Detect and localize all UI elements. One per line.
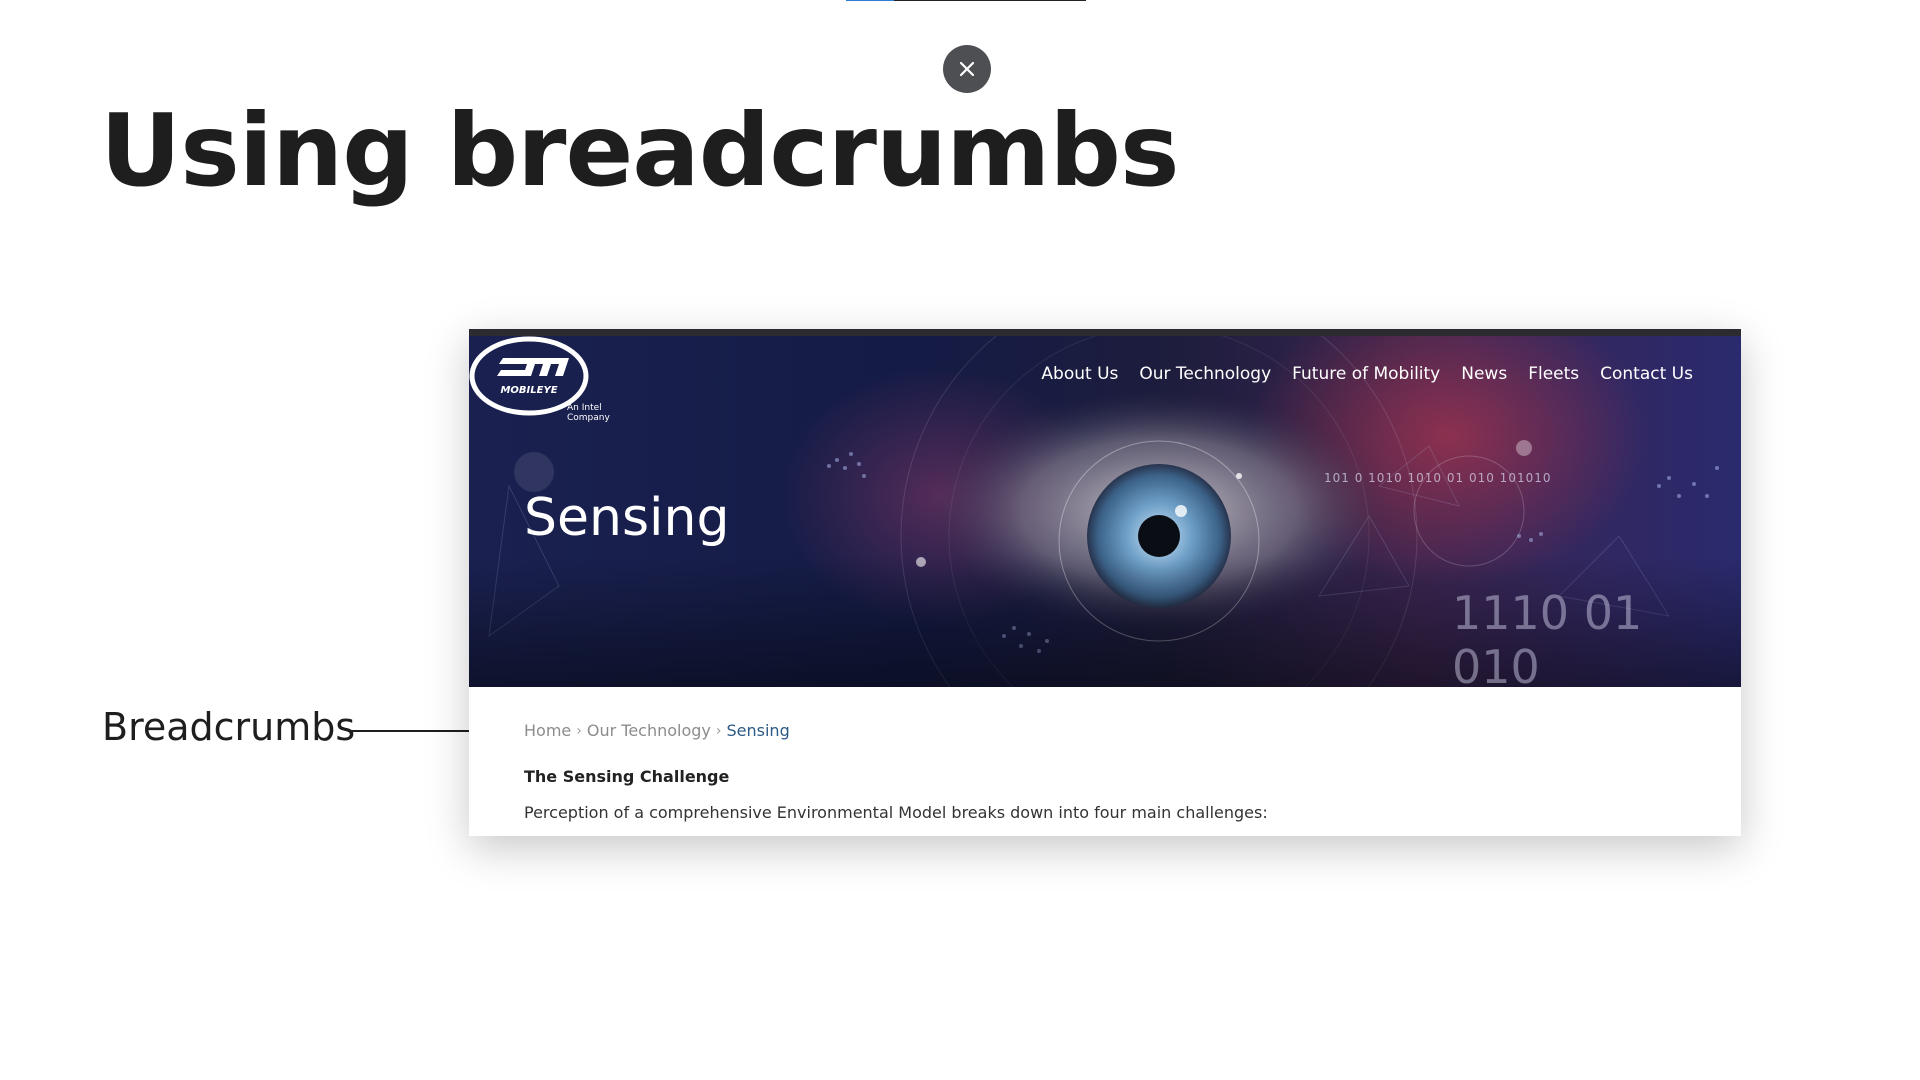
nav-item-future-of-mobility[interactable]: Future of Mobility — [1292, 364, 1440, 384]
breadcrumb-item-sensing[interactable]: Sensing — [727, 721, 790, 740]
slide-page: Using breadcrumbs Breadcrumbs MOBILEYE A… — [0, 0, 1920, 1080]
body-text: Perception of a comprehensive Environmen… — [524, 803, 1268, 822]
breadcrumb-item-our-technology[interactable]: Our Technology — [587, 721, 711, 740]
logo-tagline-line1: An Intel — [567, 403, 602, 413]
nav-item-our-technology[interactable]: Our Technology — [1139, 364, 1271, 384]
hero-banner: MOBILEYE An Intel Company About Us Our T… — [469, 336, 1741, 687]
slide-progress-fill — [846, 0, 894, 1]
breadcrumb: Home › Our Technology › Sensing — [524, 721, 790, 740]
nav-item-news[interactable]: News — [1461, 364, 1507, 384]
nav-item-about-us[interactable]: About Us — [1041, 364, 1118, 384]
slide-progress-bar — [846, 0, 1086, 1]
breadcrumb-item-home[interactable]: Home — [524, 721, 571, 740]
slide-title: Using breadcrumbs — [100, 92, 1179, 209]
section-heading: The Sensing Challenge — [524, 767, 730, 786]
mobileye-logo: MOBILEYE An Intel Company — [469, 336, 610, 423]
website-screenshot: MOBILEYE An Intel Company About Us Our T… — [469, 329, 1741, 836]
chevron-right-icon: › — [576, 722, 582, 739]
nav-item-fleets[interactable]: Fleets — [1528, 364, 1579, 384]
chevron-right-icon: › — [715, 722, 722, 739]
callout-label: Breadcrumbs — [102, 705, 356, 749]
website-top-nav: About Us Our Technology Future of Mobili… — [1041, 364, 1693, 384]
logo-tagline-line2: Company — [567, 413, 610, 423]
close-button[interactable] — [943, 45, 991, 93]
nav-item-contact-us[interactable]: Contact Us — [1600, 364, 1693, 384]
callout-connector-line — [349, 730, 484, 732]
binary-overlay-small: 101 0 1010 1010 01 010 101010 — [1324, 471, 1552, 485]
close-icon — [959, 61, 975, 77]
logo-brand-text: MOBILEYE — [500, 385, 557, 396]
binary-overlay-large: 1110 01 010 — [1452, 586, 1643, 687]
website-top-bar — [469, 329, 1741, 336]
hero-title: Sensing — [524, 488, 730, 548]
